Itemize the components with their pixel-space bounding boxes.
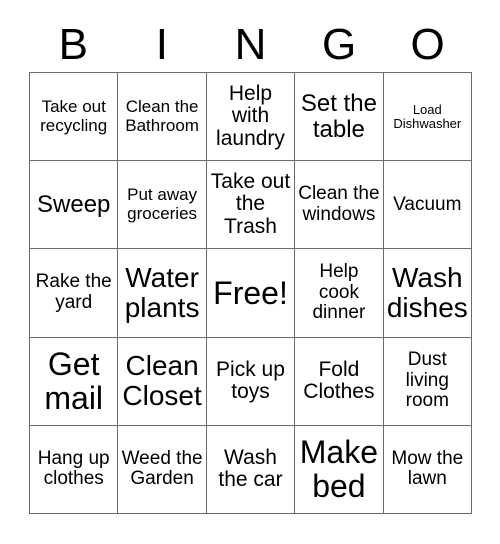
bingo-cell-label: Pick up toys <box>216 357 285 404</box>
bingo-cell[interactable]: Help cook dinner <box>295 249 384 338</box>
bingo-header-letter-g-text: G <box>321 20 357 69</box>
bingo-cell-label: Clean the Bathroom <box>125 97 199 135</box>
bingo-cell-label: Get mail <box>44 345 104 417</box>
bingo-cell[interactable]: Weed the Garden <box>118 425 207 514</box>
bingo-grid: Take out recycling Clean the Bathroom He… <box>29 72 472 514</box>
bingo-header-letter-b: B <box>29 18 118 72</box>
bingo-cell-label: Clean Closet <box>122 349 202 412</box>
bingo-card: B I N G O Take out recycling Clean the B… <box>0 0 500 544</box>
bingo-header-letter-n-text: N <box>234 20 267 69</box>
bingo-cell[interactable]: Load Dishwasher <box>383 73 472 162</box>
bingo-cell-label: Take out recycling <box>40 97 108 135</box>
bingo-cell[interactable]: Take out the Trash <box>206 161 296 250</box>
bingo-cell[interactable]: Vacuum <box>383 161 472 250</box>
bingo-cell-free-space[interactable]: Free! <box>206 249 296 338</box>
bingo-header-letter-i-text: I <box>155 20 168 69</box>
bingo-cell-label: Water plants <box>124 261 200 323</box>
bingo-cell[interactable]: Get mail <box>30 337 119 426</box>
bingo-cell-label: Free! <box>213 274 288 311</box>
bingo-cell[interactable]: Fold Clothes <box>295 337 384 426</box>
bingo-cell-label: Mow the lawn <box>391 447 464 490</box>
bingo-cell[interactable]: Sweep <box>30 161 119 250</box>
bingo-cell[interactable]: Put away groceries <box>118 161 207 250</box>
bingo-cell-label: Take out the Trash <box>210 169 291 239</box>
bingo-cell-label: Wash dishes <box>386 261 468 323</box>
bingo-cell-label: Clean the windows <box>298 183 380 225</box>
bingo-cell-label: Vacuum <box>393 193 462 215</box>
bingo-cell[interactable]: Water plants <box>118 249 207 338</box>
bingo-cell-label: Wash the car <box>218 445 283 492</box>
bingo-header-letter-o: O <box>383 18 472 72</box>
bingo-header-letters: B I N G O <box>29 18 472 72</box>
bingo-cell-label: Rake the yard <box>35 271 112 313</box>
bingo-cell[interactable]: Pick up toys <box>206 337 296 426</box>
bingo-cell[interactable]: Make bed <box>295 425 384 514</box>
bingo-cell-label: Sweep <box>37 190 111 218</box>
bingo-cell-label: Load Dishwasher <box>393 101 462 131</box>
bingo-cell-label: Set the table <box>300 89 377 143</box>
bingo-cell[interactable]: Take out recycling <box>30 73 119 162</box>
bingo-cell[interactable]: Clean the windows <box>295 161 384 250</box>
bingo-cell[interactable]: Help with laundry <box>206 73 296 162</box>
bingo-header-letter-i: I <box>118 18 207 72</box>
bingo-header-letter-b-text: B <box>58 20 88 69</box>
bingo-cell[interactable]: Wash the car <box>206 425 296 514</box>
bingo-header-letter-g: G <box>295 18 384 72</box>
bingo-cell-label: Put away groceries <box>127 185 198 223</box>
bingo-cell[interactable]: Clean Closet <box>118 337 207 426</box>
bingo-cell-label: Hang up clothes <box>37 447 110 490</box>
bingo-header-letter-o-text: O <box>410 20 445 69</box>
bingo-header-letter-n: N <box>206 18 295 72</box>
bingo-cell[interactable]: Hang up clothes <box>30 425 119 514</box>
bingo-cell[interactable]: Wash dishes <box>383 249 472 338</box>
bingo-cell[interactable]: Set the table <box>295 73 384 162</box>
bingo-cell[interactable]: Mow the lawn <box>383 425 472 514</box>
bingo-cell-label: Make bed <box>299 433 379 505</box>
bingo-cell[interactable]: Dust living room <box>383 337 472 426</box>
bingo-cell-label: Dust living room <box>405 349 449 412</box>
bingo-cell-label: Help with laundry <box>216 81 285 150</box>
bingo-cell-label: Fold Clothes <box>303 357 375 404</box>
bingo-cell[interactable]: Rake the yard <box>30 249 119 338</box>
bingo-cell-label: Weed the Garden <box>121 447 203 490</box>
bingo-cell[interactable]: Clean the Bathroom <box>118 73 207 162</box>
bingo-cell-label: Help cook dinner <box>312 261 366 324</box>
